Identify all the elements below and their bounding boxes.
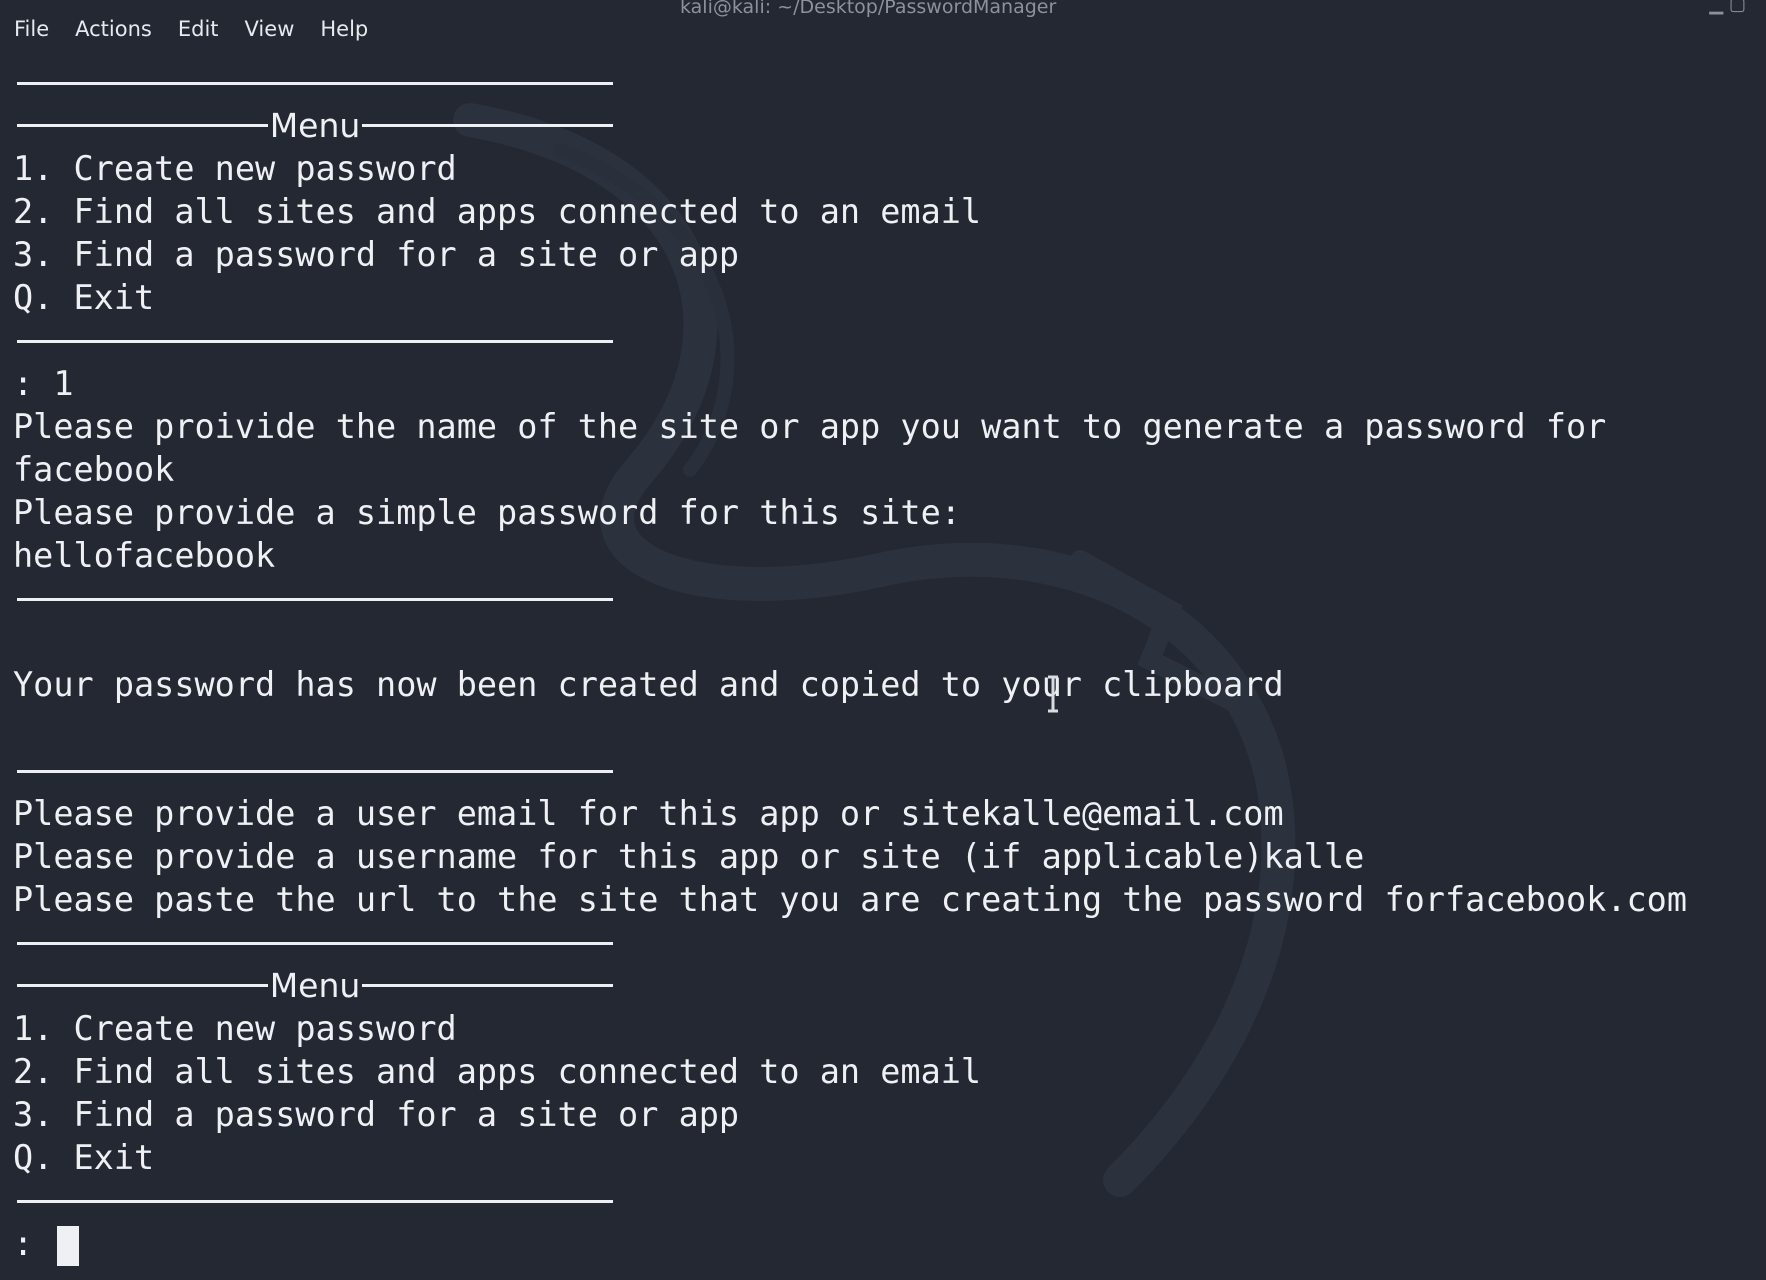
email-line: Please provide a user email for this app…: [13, 794, 1284, 833]
menu-option-exit: Q. Exit: [13, 1138, 155, 1177]
menu-option-find-email: 2. Find all sites and apps connected to …: [13, 1052, 982, 1091]
text-cursor: [57, 1225, 80, 1266]
menu-option-create: 1. Create new password: [13, 149, 457, 188]
menu-option-exit: Q. Exit: [13, 278, 155, 317]
separator-line: [13, 1179, 1753, 1222]
user-input-choice: : 1: [13, 364, 74, 403]
input-prompt-line[interactable]: :: [13, 1222, 1753, 1266]
menu-header: Menu: [13, 104, 1753, 147]
menu-title: Menu: [269, 966, 361, 1005]
menu-title: Menu: [269, 106, 361, 145]
window-controls[interactable]: ▁ ▢: [1709, 0, 1746, 15]
menu-option-find-password: 3. Find a password for a site or app: [13, 235, 740, 274]
separator-line: [13, 61, 1753, 104]
separator-line: [13, 749, 1753, 792]
menu-actions[interactable]: Actions: [75, 17, 152, 41]
separator-line: [13, 577, 1753, 620]
menu-header: Menu: [13, 964, 1753, 1007]
menu-edit[interactable]: Edit: [178, 17, 219, 41]
site-name-prompt: Please proivide the name of the site or …: [13, 407, 1607, 446]
separator-line: [13, 921, 1753, 964]
window-title: kali@kali: ~/Desktop/PasswordManager: [680, 0, 1057, 18]
url-line: Please paste the url to the site that yo…: [13, 880, 1688, 919]
minimize-icon[interactable]: ▁: [1709, 0, 1723, 15]
mouse-ibeam-cursor-icon: [1048, 675, 1058, 713]
separator-line: [13, 319, 1753, 362]
password-created-message: Your password has now been created and c…: [13, 665, 1284, 704]
maximize-icon[interactable]: ▢: [1729, 0, 1746, 15]
menu-option-find-email: 2. Find all sites and apps connected to …: [13, 192, 982, 231]
site-name-answer: facebook: [13, 450, 175, 489]
menu-option-create: 1. Create new password: [13, 1009, 457, 1048]
menu-help[interactable]: Help: [320, 17, 368, 41]
menu-option-find-password: 3. Find a password for a site or app: [13, 1095, 740, 1134]
input-prompt: :: [13, 1224, 54, 1263]
simple-password-prompt: Please provide a simple password for thi…: [13, 493, 961, 532]
menu-file[interactable]: File: [14, 17, 49, 41]
username-line: Please provide a username for this app o…: [13, 837, 1365, 876]
terminal-output[interactable]: Menu 1. Create new password 2. Find all …: [13, 61, 1753, 1271]
simple-password-answer: hellofacebook: [13, 536, 276, 575]
menu-view[interactable]: View: [245, 17, 295, 41]
